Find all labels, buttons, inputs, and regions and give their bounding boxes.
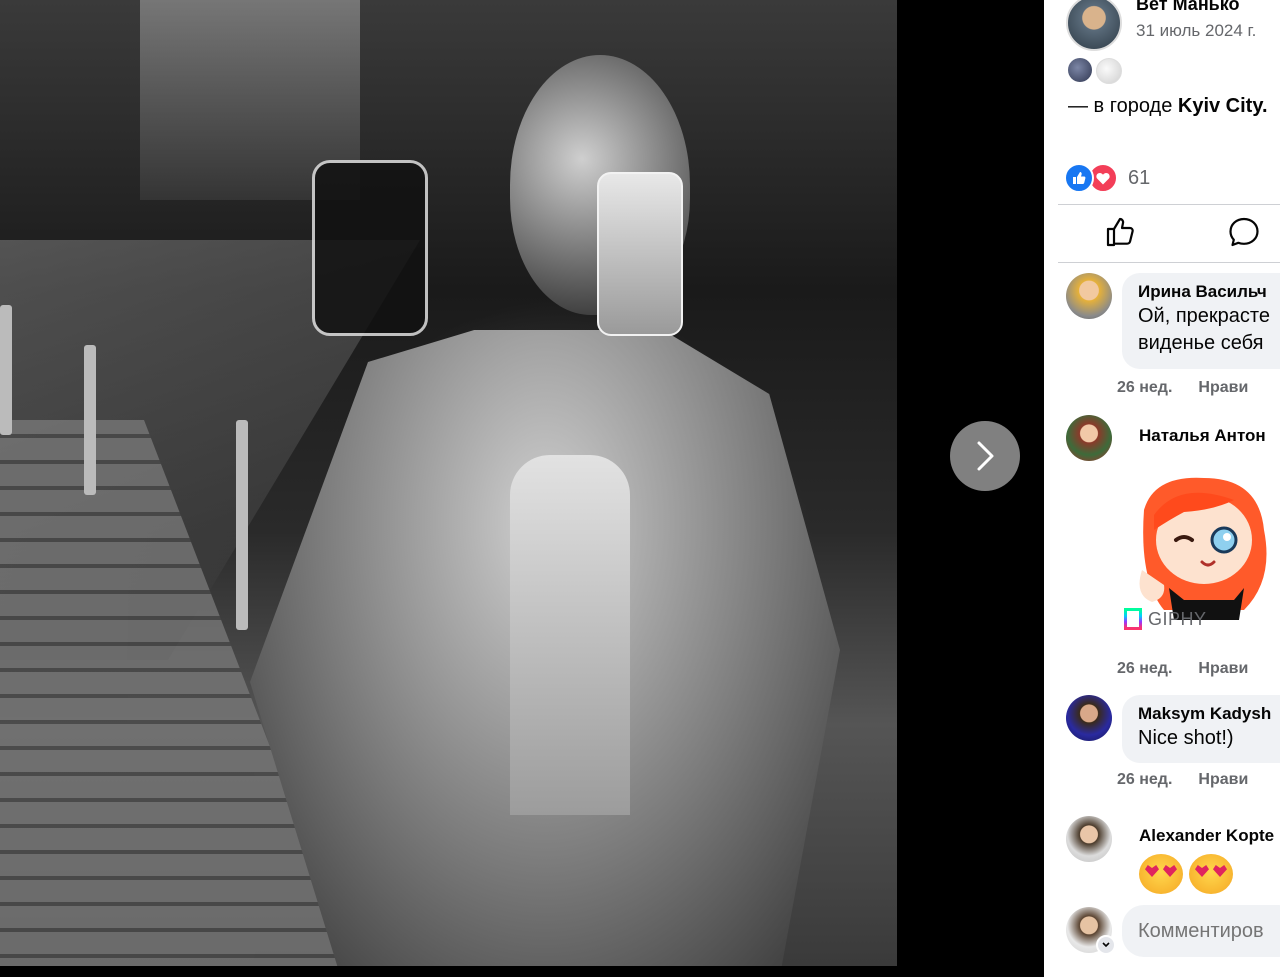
- comment-bubble: Ирина Васильч Ой, прекрасте виденье себя: [1122, 273, 1280, 369]
- photo-post: [84, 345, 96, 495]
- commenter-avatar[interactable]: [1066, 273, 1112, 319]
- commenter-avatar[interactable]: [1066, 816, 1112, 862]
- new-moon-face-icon: [1068, 58, 1092, 82]
- sticker-image[interactable]: [1124, 470, 1280, 620]
- next-photo-button[interactable]: [950, 421, 1020, 491]
- post-header: Вет Манько 31 июль 2024 г.: [1066, 0, 1280, 51]
- comment-bubble: Maksym Kadysh Nice shot!): [1122, 695, 1280, 763]
- post-date[interactable]: 31 июль 2024 г.: [1136, 21, 1256, 41]
- commenter-avatar[interactable]: [1066, 695, 1112, 741]
- location-link[interactable]: Kyiv City.: [1178, 95, 1268, 117]
- giphy-label: GIPHY: [1148, 608, 1207, 629]
- reactions-summary[interactable]: 61: [1064, 163, 1150, 193]
- commenter-name[interactable]: Maksym Kadysh: [1138, 703, 1280, 725]
- photo-viewer: [0, 0, 1044, 977]
- author-avatar[interactable]: [1066, 0, 1122, 51]
- full-moon-face-icon: [1096, 58, 1122, 84]
- comment-input[interactable]: [1122, 905, 1280, 957]
- photo-post: [0, 305, 12, 435]
- chevron-down-icon[interactable]: [1096, 935, 1116, 955]
- location-prefix: — в городе: [1068, 95, 1178, 117]
- post-location: — в городе Kyiv City.: [1068, 95, 1268, 118]
- comment-like-link[interactable]: Нрави: [1198, 379, 1248, 396]
- comment-meta: 26 нед. Нрави: [1117, 660, 1274, 678]
- comment-time[interactable]: 26 нед.: [1117, 379, 1172, 396]
- photo-car: [312, 160, 428, 336]
- comment-text: Nice shot!): [1138, 727, 1234, 749]
- comment-button[interactable]: [1227, 215, 1261, 249]
- chevron-right-icon: [977, 441, 994, 471]
- comment-emoji-row: [1139, 854, 1239, 894]
- divider: [1058, 262, 1280, 263]
- comment-meta: 26 нед. Нрави: [1117, 379, 1274, 397]
- comment-like-link[interactable]: Нрави: [1198, 660, 1248, 677]
- divider: [1058, 204, 1280, 205]
- comment-bubble-icon: [1229, 217, 1259, 247]
- comment-like-link[interactable]: Нрави: [1198, 771, 1248, 788]
- commenter-avatar[interactable]: [1066, 415, 1112, 461]
- heart-eyes-emoji-icon: [1139, 854, 1183, 894]
- commenter-name[interactable]: Наталья Антон: [1139, 425, 1266, 447]
- photo-post: [236, 420, 248, 630]
- commenter-name[interactable]: Alexander Kopte: [1139, 825, 1274, 847]
- photo-phone: [597, 172, 683, 336]
- comment-time[interactable]: 26 нед.: [1117, 660, 1172, 677]
- comment-composer: [1066, 905, 1280, 965]
- post-sidebar: Вет Манько 31 июль 2024 г. — в городе Ky…: [1044, 0, 1280, 977]
- heart-eyes-emoji-icon: [1189, 854, 1233, 894]
- comment-time[interactable]: 26 нед.: [1117, 771, 1172, 788]
- comment-text: Ой, прекрасте виденье себя: [1138, 305, 1270, 354]
- giphy-logo-icon: [1124, 608, 1142, 630]
- photo-shirt: [510, 455, 630, 815]
- like-button[interactable]: [1104, 215, 1138, 249]
- commenter-name[interactable]: Ирина Васильч: [1138, 281, 1280, 303]
- post-emojis: [1068, 58, 1122, 84]
- thumbs-up-icon: [1106, 217, 1134, 247]
- reaction-count: 61: [1128, 166, 1151, 189]
- author-name[interactable]: Вет Манько: [1136, 0, 1240, 15]
- giphy-attribution[interactable]: GIPHY: [1124, 608, 1207, 630]
- like-icon: [1064, 163, 1094, 193]
- comment-meta: 26 нед. Нрави: [1117, 771, 1274, 789]
- post-photo: [0, 0, 897, 966]
